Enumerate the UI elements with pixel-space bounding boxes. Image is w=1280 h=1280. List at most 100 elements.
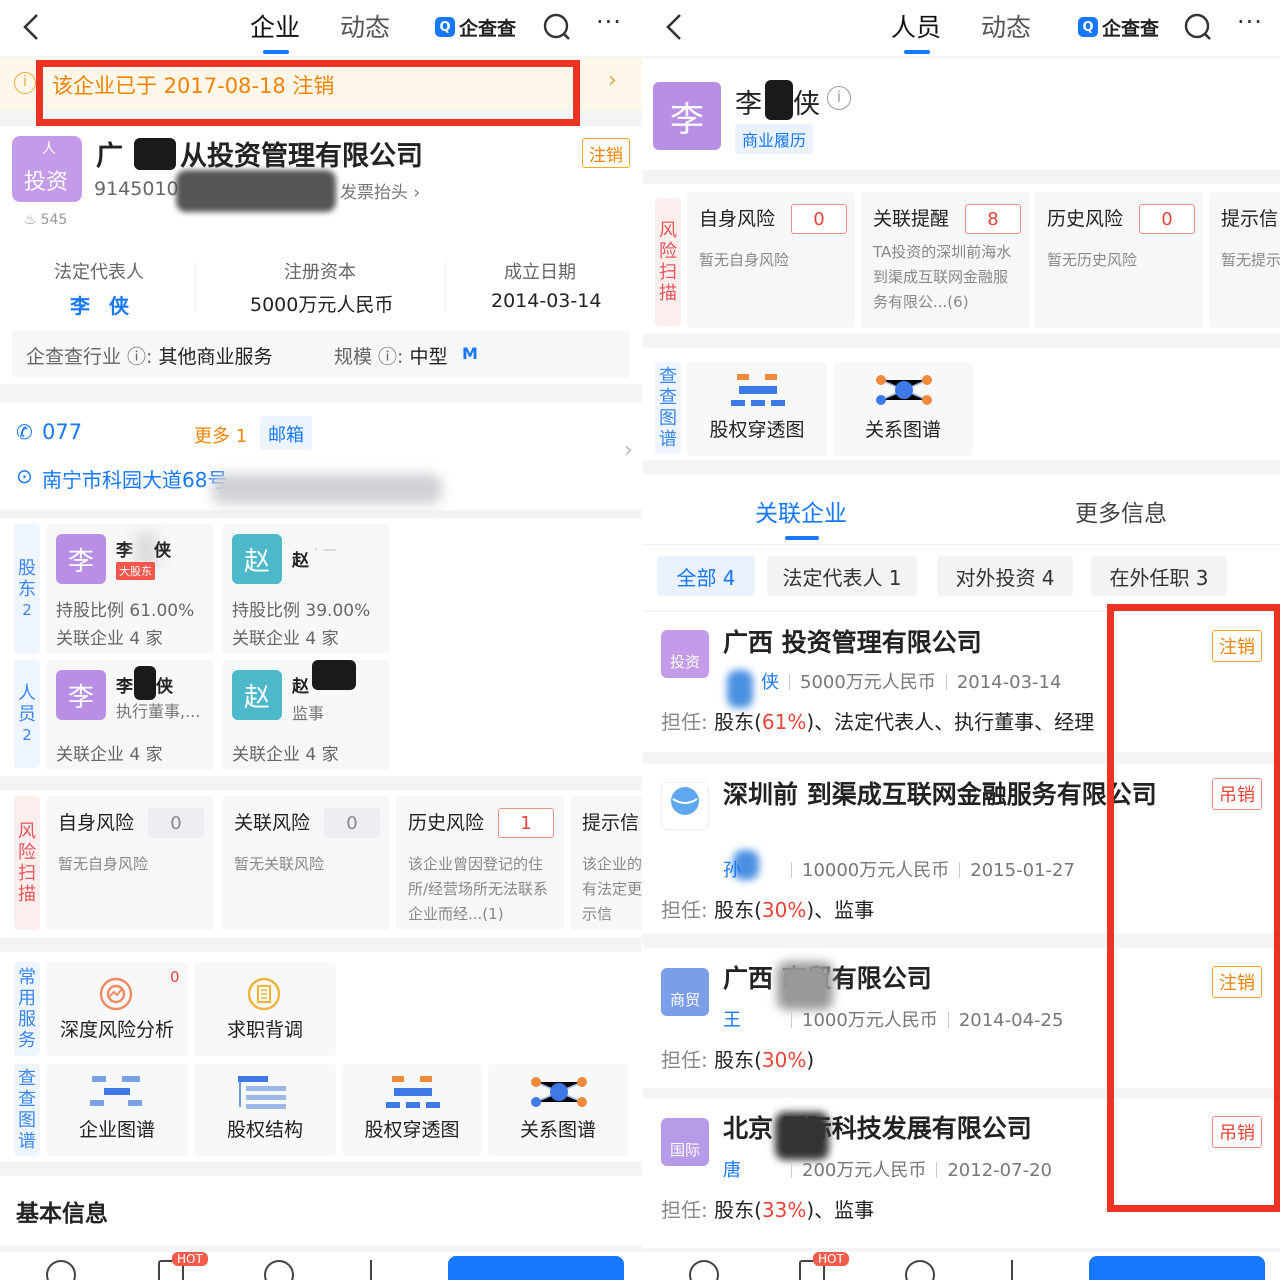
tab-dynamics[interactable]: 动态	[981, 8, 1031, 44]
edit-icon[interactable]	[1011, 1260, 1039, 1280]
graph-label: 查查图谱	[655, 362, 681, 454]
related-count: 关联企业 4 家	[56, 745, 163, 765]
risk-count: 0	[324, 808, 380, 838]
company-logo: 投资	[661, 630, 709, 678]
graph-relationship[interactable]: 关系图谱	[833, 362, 973, 456]
person-link[interactable]: 唐	[723, 1160, 741, 1181]
risk-card-self[interactable]: 自身风险 0 暂无自身风险	[687, 192, 855, 328]
service-risk-analysis[interactable]: 0 深度风险分析	[46, 962, 188, 1056]
personnel-label: 人员2	[14, 660, 40, 768]
primary-action-button[interactable]	[1089, 1256, 1265, 1280]
hot-badge: HOT	[172, 1252, 208, 1266]
redaction	[312, 660, 356, 690]
risk-title: 历史风险	[408, 812, 485, 834]
risk-card-history[interactable]: 历史风险 1 该企业曾因登记的住所/经营场所无法联系企业而经...(1)	[396, 796, 564, 930]
risk-card-self[interactable]: 自身风险 0 暂无自身风险	[46, 796, 214, 930]
capital-label: 注册资本	[284, 262, 356, 283]
graph-label-text: 关系图谱	[864, 419, 941, 441]
basic-info-header[interactable]: 基本信息	[0, 1176, 642, 1246]
follow-icon[interactable]	[905, 1260, 935, 1280]
legal-rep-link[interactable]: 李 侠	[70, 290, 135, 319]
capital-value: 5000万元人民币	[250, 294, 394, 316]
risk-desc: 该企业的军有法定更提示信	[582, 855, 642, 923]
legal-rep-label: 法定代表人	[54, 262, 144, 283]
search-icon[interactable]	[1183, 12, 1213, 42]
graph-equity-structure[interactable]: 股权结构	[194, 1064, 336, 1156]
phone-icon[interactable]: ✆	[16, 420, 33, 444]
monitor-icon[interactable]	[689, 1260, 719, 1280]
divider	[445, 262, 446, 312]
contact-card[interactable]: ✆ 077 更多 1 邮箱 ⊙ 南宁市科园大道68号 ›	[0, 402, 642, 510]
bottom-toolbar: HOT	[643, 1252, 1280, 1280]
top-nav: 企业 动态 Q 企查查 ···	[0, 0, 642, 56]
follow-icon[interactable]	[264, 1260, 294, 1280]
shareholder-card[interactable]: 赵 赵 · — 持股比例 39.00% 关联企业 4 家	[222, 524, 390, 654]
brand-name: 企查查	[1102, 17, 1160, 40]
monitor-icon[interactable]	[46, 1260, 76, 1280]
tab-related-companies[interactable]: 关联企业	[755, 494, 847, 528]
avatar: 赵	[232, 670, 282, 720]
graph-label: 查查图谱	[14, 1064, 40, 1156]
tab-dynamics[interactable]: 动态	[340, 8, 390, 44]
chevron-right-icon: ›	[624, 438, 633, 463]
redaction: · —	[314, 542, 337, 558]
tab-enterprise[interactable]: 企业	[250, 8, 300, 44]
section-title: 基本信息	[16, 1201, 108, 1227]
redaction	[134, 138, 176, 170]
business-history-tag[interactable]: 商业履历	[735, 124, 814, 154]
risk-card-hint[interactable]: 提示信 该企业的军有法定更提示信	[570, 796, 642, 930]
location-icon: ⊙	[16, 464, 33, 488]
company-meta: 侠 5000万元人民币 2014-03-14	[723, 668, 1061, 694]
graph-relationship[interactable]: 关系图谱	[488, 1064, 628, 1156]
industry-label: 企查查行业 ⓘ: 其他商业服务	[26, 346, 273, 368]
risk-scan-label: 风险扫描	[655, 198, 681, 326]
primary-action-button[interactable]	[448, 1256, 624, 1280]
service-background-check[interactable]: 求职背调	[194, 962, 336, 1056]
person-link[interactable]: 王	[723, 1010, 741, 1031]
services-section: 常用服务 0 深度风险分析 求职背调 查查图谱 企业图谱 股权结构 股权穿透图 …	[0, 952, 642, 1162]
more-options-icon[interactable]: ···	[1237, 8, 1263, 36]
shareholder-card[interactable]: 李 李 侠 大股东 持股比例 61.00% 关联企业 4 家	[46, 524, 214, 654]
company-name: 从投资管理有限公司	[180, 141, 423, 172]
personnel-card[interactable]: 赵 赵 监事 关联企业 4 家	[222, 660, 390, 770]
search-icon[interactable]	[542, 12, 572, 42]
filter-chip-investment[interactable]: 对外投资 4	[937, 556, 1073, 596]
invoice-link[interactable]: 发票抬头 ›	[340, 178, 420, 203]
graph-equity-penetration[interactable]: 股权穿透图	[342, 1064, 482, 1156]
more-phones[interactable]: 更多 1	[194, 422, 247, 448]
company-name: 北京 国际科技发展有限公司	[723, 1114, 1032, 1143]
risk-card-hint[interactable]: 提示信 暂无提示	[1209, 192, 1280, 328]
back-arrow-icon[interactable]	[20, 12, 44, 42]
graph-enterprise[interactable]: 企业图谱	[46, 1064, 188, 1156]
risk-card-history[interactable]: 历史风险 0 暂无历史风险	[1035, 192, 1203, 328]
filter-chip-positions[interactable]: 在外任职 3	[1091, 556, 1227, 596]
risk-card-related[interactable]: 关联风险 0 暂无关联风险	[222, 796, 390, 930]
email-button[interactable]: 邮箱	[260, 416, 312, 450]
risk-card-related-alert[interactable]: 关联提醒 8 TA投资的深圳前海水到渠成互联网金融服务有限公...(6)	[861, 192, 1029, 328]
phone-number[interactable]: 077	[42, 420, 82, 444]
right-screen: 人员 动态 Q 企查查 ··· 李 李 侠 i 商业履历 风险扫描 自身风险 0 …	[643, 0, 1280, 1280]
filter-chip-all[interactable]: 全部 4	[657, 556, 755, 596]
date: 2014-03-14	[956, 672, 1062, 693]
personnel-card[interactable]: 李 李 侠 执行董事,... 关联企业 4 家	[46, 660, 214, 770]
edit-icon[interactable]	[370, 1260, 398, 1280]
person-link[interactable]: 侠	[761, 672, 779, 693]
company-meta: 唐 200万元人民币 2012-07-20	[723, 1156, 1052, 1182]
person-link[interactable]: 孙	[723, 860, 741, 881]
personnel-role: 监事	[292, 704, 325, 723]
shareholder-name-tail: 侠	[154, 541, 171, 561]
role-text: 担任: 股东(30%)、监事	[661, 898, 875, 922]
service-label: 深度风险分析	[59, 1019, 174, 1041]
scale-label: 规模 ⓘ: 中型	[334, 346, 448, 368]
back-arrow-icon[interactable]	[663, 12, 687, 42]
filter-chip-legal-rep[interactable]: 法定代表人 1	[767, 556, 917, 596]
info-icon[interactable]: i	[827, 86, 851, 110]
graph-equity-penetration[interactable]: 股权穿透图	[687, 362, 827, 456]
avatar: 李	[56, 534, 106, 584]
address-text[interactable]: 南宁市科园大道68号	[42, 464, 227, 493]
more-options-icon[interactable]: ···	[596, 8, 622, 36]
tab-personnel[interactable]: 人员	[891, 8, 941, 44]
redaction	[212, 474, 442, 504]
chevron-right-icon: ›	[608, 68, 617, 93]
tab-more-info[interactable]: 更多信息	[1075, 494, 1167, 528]
